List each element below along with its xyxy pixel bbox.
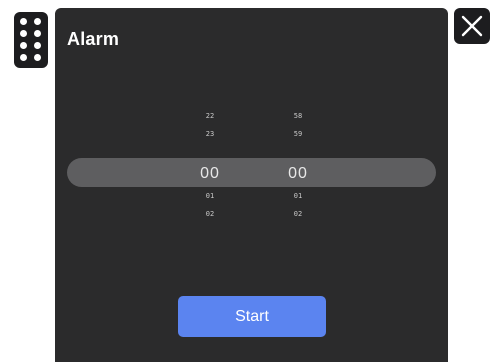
minute-option: 01 (293, 192, 303, 200)
selection-band (67, 158, 436, 187)
minute-option: 59 (293, 130, 303, 138)
hour-option: 23 (205, 130, 215, 138)
minute-option: 02 (293, 210, 303, 218)
hours-value: 00 (200, 165, 220, 182)
close-button[interactable] (454, 8, 490, 44)
hour-option: 01 (205, 192, 215, 200)
drag-handle-icon[interactable] (14, 12, 48, 68)
close-icon (461, 15, 483, 37)
hour-option: 02 (205, 210, 215, 218)
widget-title: Alarm (67, 29, 120, 49)
hour-option: 22 (205, 112, 215, 120)
minute-option: 58 (293, 112, 303, 120)
minutes-value: 00 (288, 165, 308, 182)
alarm-panel: Alarm 22 23 01 02 58 59 01 02 00 00 Star… (55, 8, 448, 362)
start-button[interactable]: Start (178, 296, 326, 337)
